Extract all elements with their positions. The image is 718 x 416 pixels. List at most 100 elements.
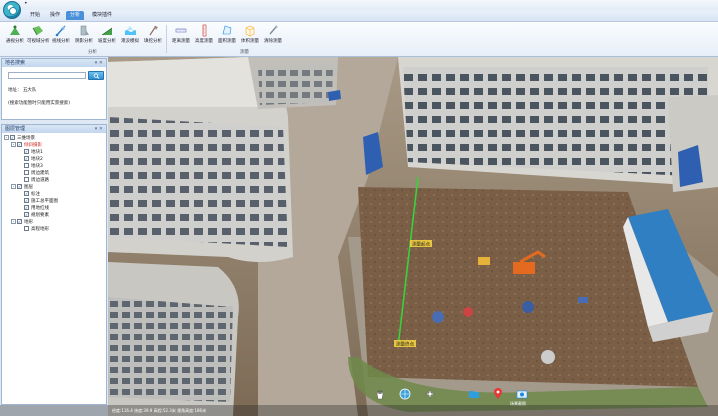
location-panel-header: 地名搜索 ▾ ✕ [2, 59, 106, 67]
layer-checkbox[interactable] [24, 226, 29, 231]
expand-toggle-icon[interactable]: - [11, 219, 16, 224]
scene-label-end: 测量终点 [396, 341, 414, 348]
layer-tree-node[interactable]: ✓ 标注 [4, 191, 104, 198]
cut-fill-button[interactable]: 填挖分析 [142, 24, 164, 48]
navigate-icon[interactable] [424, 388, 436, 400]
pan-hand-icon[interactable] [374, 388, 386, 400]
layer-tree: - ✓ 三维场景 - ✓ 倾斜摄影 ✓ 地块1 ✓ 地块2 地块3 周边建筑 周边道路 - ✓ 图层 ✓ 标注 ✓ 施… [4, 135, 104, 233]
folder-icon[interactable] [468, 388, 480, 400]
distance-measure-icon [175, 28, 187, 33]
distance-measure-label: 距离测量 [172, 39, 190, 44]
cut-fill-label: 填挖分析 [144, 39, 162, 44]
layer-checkbox[interactable]: ✓ [24, 149, 29, 154]
pin-icon[interactable]: ▾ ✕ [95, 125, 103, 133]
layer-checkbox[interactable]: ✓ [17, 142, 22, 147]
layer-tree-node[interactable]: 周边道路 [4, 177, 104, 184]
layer-label: 施工总平面图 [31, 199, 58, 204]
slope-analysis-button[interactable]: 坡度分析 [96, 24, 118, 48]
screenshot-icon[interactable] [516, 388, 528, 400]
location-search-panel: 地名搜索 ▾ ✕ 地址： 五大队 (搜索功能暂时只能用实景搜索) [1, 58, 107, 120]
measure-group-label: 测量 [240, 50, 249, 55]
sightline-label: 视线分析 [52, 39, 70, 44]
location-search-button[interactable] [88, 71, 104, 80]
globe-reset-icon[interactable] [399, 388, 411, 400]
layer-checkbox[interactable]: ✓ [24, 212, 29, 217]
area-measure-button[interactable]: 面积测量 [216, 24, 238, 48]
shadow-analysis-button[interactable]: 阴影分析 [73, 24, 95, 48]
layer-panel-header: 图层管理 ▾ ✕ [2, 125, 106, 133]
viewshed-label: 可视域分析 [27, 39, 50, 44]
slope-analysis-label: 坡度分析 [98, 39, 116, 44]
result-value: 五大队 [22, 88, 37, 93]
tab-operate[interactable]: 操作 [46, 11, 64, 20]
tab-analysis[interactable]: 分析 [66, 11, 85, 20]
layer-tree-node[interactable]: ✓ 施工总平面图 [4, 198, 104, 205]
layer-tree-node[interactable]: - ✓ 地形 [4, 219, 104, 226]
layer-tree-node[interactable]: 地块3 [4, 163, 104, 170]
flood-simulation-button[interactable]: 淹没模拟 [119, 24, 141, 48]
distance-measure-button[interactable]: 距离测量 [170, 24, 192, 48]
location-panel-title: 地名搜索 [5, 60, 26, 66]
location-pin-icon[interactable] [492, 388, 504, 400]
result-label: 地址： [8, 88, 22, 93]
volume-measure-button[interactable]: 体积测量 [239, 24, 261, 48]
layer-checkbox[interactable]: ✓ [17, 184, 22, 189]
search-result: 地址： 五大队 [8, 87, 36, 93]
layer-label: 规划要素 [31, 213, 49, 218]
layer-checkbox[interactable]: ✓ [17, 219, 22, 224]
sightline-icon [55, 25, 66, 37]
group-separator [166, 25, 167, 53]
layer-label: 地块3 [31, 164, 43, 169]
layer-tree-node[interactable]: - ✓ 三维场景 [4, 135, 104, 142]
title-dot: • [24, 0, 28, 7]
app-menu-orb[interactable] [3, 1, 21, 19]
viewshed-button[interactable]: 可视域分析 [27, 24, 50, 48]
volume-measure-icon [245, 25, 255, 37]
layer-tree-node[interactable]: - ✓ 倾斜摄影 [4, 142, 104, 149]
expand-toggle-icon[interactable]: - [4, 135, 9, 140]
visibility-analysis-icon [10, 25, 20, 35]
shadow-analysis-icon [80, 25, 89, 36]
expand-toggle-icon[interactable]: - [11, 142, 16, 147]
visibility-analysis-label: 通视分析 [6, 39, 24, 44]
sightline-button[interactable]: 视线分析 [50, 24, 72, 48]
area-measure-icon [222, 25, 232, 35]
flood-simulation-icon [125, 26, 136, 35]
layer-tree-node[interactable]: - ✓ 图层 [4, 184, 104, 191]
area-measure-label: 面积测量 [218, 39, 236, 44]
clear-measure-icon [269, 25, 278, 35]
layer-tree-node[interactable]: ✓ 地块1 [4, 149, 104, 156]
tab-plugins[interactable]: 模块插件 [88, 11, 116, 20]
clear-measure-button[interactable]: 清除测量 [262, 24, 284, 48]
height-measure-button[interactable]: 高度测量 [193, 24, 215, 48]
slope-analysis-icon [101, 27, 113, 36]
layer-tree-node[interactable]: ✓ 规划要素 [4, 212, 104, 219]
layer-tree-node[interactable]: 高程地形 [4, 226, 104, 233]
layer-label: 图层 [24, 185, 33, 190]
tab-start[interactable]: 开始 [26, 11, 44, 20]
visibility-analysis-button[interactable]: 通视分析 [4, 24, 26, 48]
search-icon [93, 73, 99, 79]
pin-icon[interactable]: ▾ ✕ [95, 59, 103, 67]
layer-checkbox[interactable] [24, 177, 29, 182]
layer-checkbox[interactable]: ✓ [24, 198, 29, 203]
layer-label: 地块1 [31, 150, 43, 155]
status-text: 经度:116.4 纬度:39.9 高程:52.3米 视角高度:186米 [112, 408, 207, 413]
layer-checkbox[interactable] [24, 163, 29, 168]
layer-checkbox[interactable] [24, 170, 29, 175]
scene-viewport[interactable]: 测量起点 测量终点 场景截图 [108, 57, 718, 416]
layer-label: 倾斜摄影 [24, 143, 42, 148]
layer-manager-panel: 图层管理 ▾ ✕ - ✓ 三维场景 - ✓ 倾斜摄影 ✓ 地块1 ✓ 地块2 地块3 周边建筑 周边道路… [1, 124, 107, 405]
viewshed-icon [32, 26, 43, 36]
location-search-input[interactable] [8, 72, 86, 79]
layer-checkbox[interactable]: ✓ [24, 205, 29, 210]
layer-checkbox[interactable]: ✓ [24, 156, 29, 161]
oblique-photo-scene: 测量起点 测量终点 [108, 57, 718, 416]
layer-tree-node[interactable]: ✓ 地块2 [4, 156, 104, 163]
layer-tree-node[interactable]: ✓ 用地红线 [4, 205, 104, 212]
layer-label: 标注 [31, 192, 40, 197]
layer-checkbox[interactable]: ✓ [10, 135, 15, 140]
layer-checkbox[interactable]: ✓ [24, 191, 29, 196]
layer-tree-node[interactable]: 周边建筑 [4, 170, 104, 177]
expand-toggle-icon[interactable]: - [11, 184, 16, 189]
